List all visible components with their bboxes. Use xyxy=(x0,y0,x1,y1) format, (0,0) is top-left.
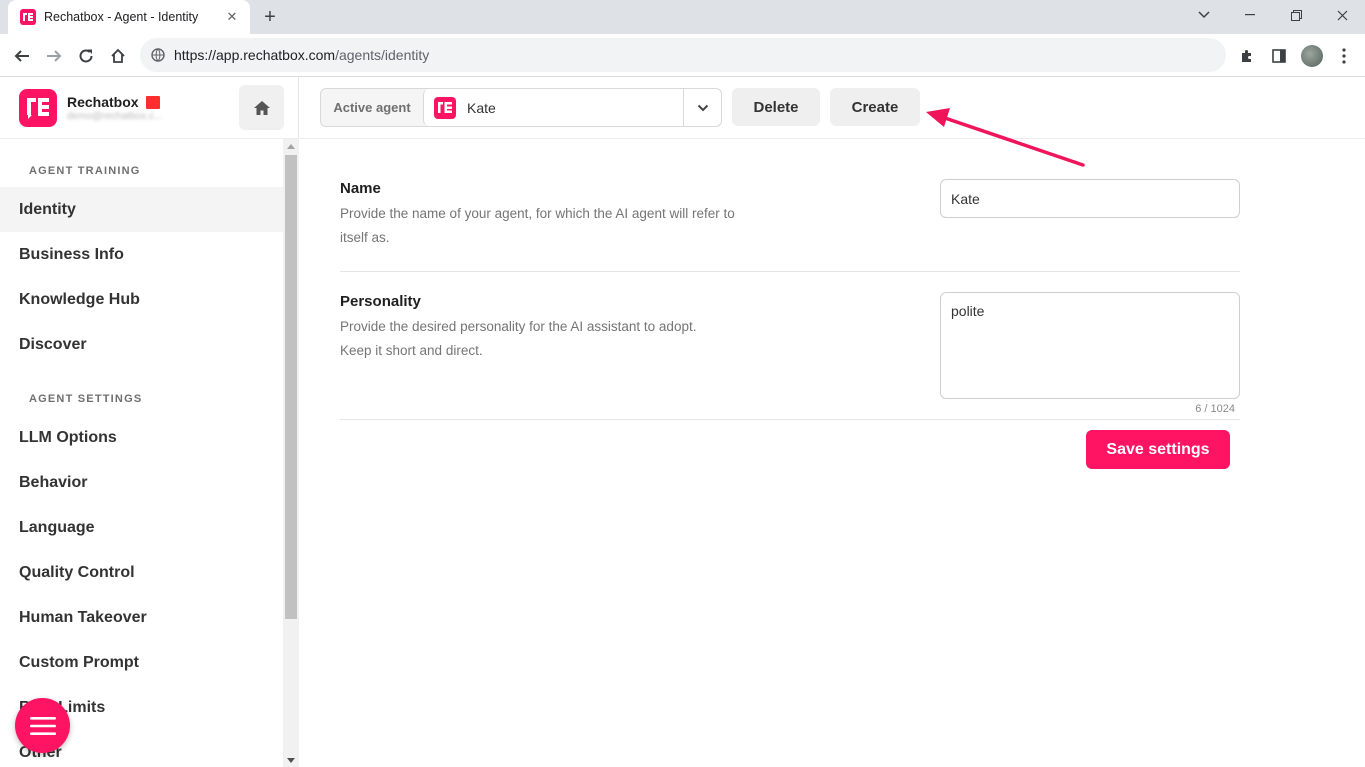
home-button[interactable] xyxy=(239,85,284,130)
rechatbox-logo-icon xyxy=(19,89,57,127)
selected-agent-name: Kate xyxy=(467,99,496,116)
sidebar-item-discover[interactable]: Discover xyxy=(0,322,283,367)
scroll-up-arrow-icon[interactable] xyxy=(287,144,295,149)
name-field-title: Name xyxy=(340,180,381,197)
sidebar-item-behavior[interactable]: Behavior xyxy=(0,460,283,505)
agent-select[interactable]: Kate xyxy=(423,89,721,126)
agent-avatar-icon xyxy=(434,96,456,119)
minimize-icon[interactable] xyxy=(1227,0,1273,30)
address-bar[interactable]: https://app.rechatbox.com/agents/identit… xyxy=(140,38,1226,72)
reload-icon[interactable] xyxy=(72,42,100,70)
section-agent-training: AGENT TRAINING xyxy=(29,165,141,177)
browser-toolbar: https://app.rechatbox.com/agents/identit… xyxy=(0,34,1365,77)
rechatbox-favicon-icon xyxy=(20,9,36,25)
browser-menu-icon[interactable] xyxy=(1330,42,1358,70)
app-sidebar: Rechatbox demo@rechatbox.c... AGENT TRAI… xyxy=(0,77,299,767)
sidebar-item-llm-options[interactable]: LLM Options xyxy=(0,415,283,460)
sidebar-item-knowledge-hub[interactable]: Knowledge Hub xyxy=(0,277,283,322)
name-field-description: Provide the name of your agent, for whic… xyxy=(340,206,735,245)
sidebar-item-human-takeover[interactable]: Human Takeover xyxy=(0,595,283,640)
home-icon xyxy=(253,100,270,115)
extensions-puzzle-icon[interactable] xyxy=(1233,42,1261,70)
hamburger-menu-icon xyxy=(29,716,56,735)
sidebar-item-custom-prompt[interactable]: Custom Prompt xyxy=(0,640,283,685)
section-agent-settings: AGENT SETTINGS xyxy=(29,393,143,405)
new-tab-button[interactable]: + xyxy=(258,5,282,29)
form-divider xyxy=(340,271,1240,272)
scrollbar-thumb[interactable] xyxy=(285,155,297,619)
forward-arrow-icon[interactable] xyxy=(40,42,68,70)
status-flag-icon xyxy=(145,95,160,109)
agent-toolbar: Active agent Kate Delete Create xyxy=(300,77,1365,139)
active-agent-group: Active agent Kate xyxy=(320,88,722,127)
form-divider xyxy=(340,419,1240,420)
close-window-icon[interactable] xyxy=(1319,0,1365,30)
brand-name: Rechatbox xyxy=(67,94,160,110)
site-info-icon[interactable] xyxy=(150,47,166,63)
profile-avatar[interactable] xyxy=(1298,42,1326,70)
browser-tabstrip: Rechatbox - Agent - Identity ✕ + xyxy=(0,0,1365,34)
personality-textarea[interactable]: polite xyxy=(940,292,1240,399)
browser-tab[interactable]: Rechatbox - Agent - Identity ✕ xyxy=(8,0,250,34)
chevron-down-icon[interactable] xyxy=(683,89,721,126)
menu-fab-button[interactable] xyxy=(15,698,70,753)
back-arrow-icon[interactable] xyxy=(8,42,36,70)
side-panel-icon[interactable] xyxy=(1265,42,1293,70)
character-counter: 6 / 1024 xyxy=(1195,403,1235,415)
active-agent-label: Active agent xyxy=(333,100,411,115)
sidebar-item-language[interactable]: Language xyxy=(0,505,283,550)
tab-title: Rechatbox - Agent - Identity xyxy=(44,10,199,24)
personality-field-title: Personality xyxy=(340,293,421,310)
account-email: demo@rechatbox.c... xyxy=(67,111,163,122)
sidebar-scrollbar[interactable] xyxy=(283,139,299,767)
sidebar-item-quality-control[interactable]: Quality Control xyxy=(0,550,283,595)
close-tab-icon[interactable]: ✕ xyxy=(224,9,240,25)
personality-field-description: Provide the desired personality for the … xyxy=(340,319,697,358)
sidebar-nav: AGENT TRAINING Identity Business Info Kn… xyxy=(0,139,283,767)
url-text: https://app.rechatbox.com/agents/identit… xyxy=(174,47,430,63)
create-agent-button[interactable]: Create xyxy=(830,88,920,126)
tab-search-chevron-icon[interactable] xyxy=(1181,0,1227,30)
agent-name-input[interactable]: Kate xyxy=(940,179,1240,218)
window-controls xyxy=(1181,0,1365,30)
home-browser-icon[interactable] xyxy=(104,42,132,70)
scroll-down-arrow-icon[interactable] xyxy=(287,758,295,763)
delete-agent-button[interactable]: Delete xyxy=(732,88,820,126)
sidebar-item-business-info[interactable]: Business Info xyxy=(0,232,283,277)
sidebar-item-identity[interactable]: Identity xyxy=(0,187,283,232)
brand-header: Rechatbox demo@rechatbox.c... xyxy=(0,77,299,139)
restore-icon[interactable] xyxy=(1273,0,1319,30)
save-settings-button[interactable]: Save settings xyxy=(1086,430,1230,469)
